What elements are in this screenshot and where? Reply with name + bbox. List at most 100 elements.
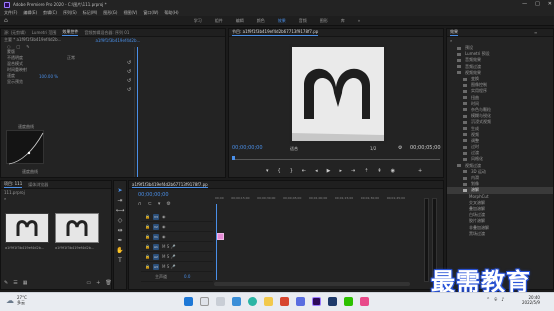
workspace-audio[interactable]: 音频 <box>299 18 307 24</box>
track-v1[interactable]: 🔒 V1 ◉ <box>141 232 213 242</box>
mark-out-icon[interactable]: } <box>290 168 293 174</box>
tab-source[interactable]: 源: (无剪辑) <box>4 30 26 36</box>
eye-icon[interactable]: ◉ <box>162 234 166 239</box>
button-editor-icon[interactable]: + <box>418 168 422 174</box>
extract-icon[interactable]: ⇞ <box>377 168 381 174</box>
tab-audio-clip-mixer[interactable]: 音频剪辑混合器: 序列 01 <box>84 30 129 36</box>
timeline-scrollbar[interactable] <box>214 282 410 286</box>
clock[interactable]: 20:40 2022/5/9 <box>522 295 540 305</box>
go-to-out-icon[interactable]: ⇥ <box>351 168 355 174</box>
tab-effect-controls[interactable]: 效果控件 <box>62 29 79 36</box>
reset-icon[interactable]: ↺ <box>127 68 131 77</box>
step-back-icon[interactable]: ◂ <box>315 168 318 174</box>
workspace-assembly[interactable]: 组件 <box>215 18 223 24</box>
workspaces-more-icon[interactable]: » <box>358 18 360 23</box>
volume-icon[interactable]: ♪ <box>501 297 504 303</box>
wrench-icon[interactable]: ⚙ <box>398 145 402 151</box>
edge-icon[interactable] <box>248 297 257 306</box>
timeline-timecode[interactable]: 00;00;00;00 <box>138 192 169 198</box>
mark-in-icon[interactable]: { <box>278 168 281 174</box>
workspace-learning[interactable]: 学习 <box>194 18 202 24</box>
windows-start-icon[interactable] <box>184 297 193 306</box>
task-view-icon[interactable] <box>216 297 225 306</box>
hand-tool-icon[interactable]: ✋ <box>116 247 123 254</box>
program-title[interactable]: 节目: a1f9f1f3b419ef4d2b67713f9178f7.pp <box>232 29 319 36</box>
program-fit-select[interactable]: 适合 <box>290 146 298 152</box>
program-resolution-select[interactable]: 1/2 <box>370 146 376 151</box>
explorer-icon[interactable] <box>264 297 273 306</box>
lock-icon[interactable]: 🔒 <box>145 254 150 259</box>
minimize-icon[interactable]: — <box>522 1 527 7</box>
workspace-effects[interactable]: 效果 <box>278 18 286 24</box>
project-item-2[interactable] <box>55 213 99 243</box>
effects-menu-icon[interactable]: ≡ <box>534 30 537 35</box>
project-item-1[interactable] <box>5 213 49 243</box>
menu-view[interactable]: 视图(V) <box>123 10 137 16</box>
weather-widget[interactable]: ☁ 27°C 多云 <box>6 295 27 305</box>
snap-icon[interactable]: ∩ <box>138 201 142 207</box>
media-encoder-icon[interactable] <box>328 297 337 306</box>
timeline-playhead[interactable] <box>216 204 217 280</box>
menu-edit[interactable]: 编辑(E) <box>23 10 37 16</box>
menu-graphics[interactable]: 图形(G) <box>103 10 117 16</box>
lift-icon[interactable]: ⇡ <box>364 168 368 174</box>
new-item-icon[interactable]: + <box>96 280 100 286</box>
eye-icon[interactable]: ◉ <box>162 224 166 229</box>
lock-icon[interactable]: 🔒 <box>145 244 150 249</box>
ellipse-mask-icon[interactable]: ○ <box>7 44 11 49</box>
timeline-clip-v1[interactable] <box>217 233 224 240</box>
linked-selection-icon[interactable]: ⊂ <box>148 201 152 207</box>
menu-file[interactable]: 文件(F) <box>4 10 17 16</box>
add-marker-icon[interactable]: ▾ <box>158 201 161 207</box>
lock-icon[interactable]: 🔒 <box>145 264 150 269</box>
pen-mask-icon[interactable]: ✎ <box>26 44 29 49</box>
workspace-graphics[interactable]: 图形 <box>320 18 328 24</box>
selection-tool-icon[interactable]: ➤ <box>117 187 122 194</box>
tab-media-browser[interactable]: 媒体浏览器 <box>28 182 48 188</box>
add-marker-icon[interactable]: ▾ <box>266 168 269 174</box>
scrubber-playhead[interactable] <box>232 156 235 160</box>
home-icon[interactable]: ⌂ <box>4 17 8 24</box>
program-timecode-left[interactable]: 00;00;00;00 <box>232 145 263 151</box>
menu-window[interactable]: 窗口(W) <box>143 10 158 16</box>
app-icon[interactable] <box>360 297 369 306</box>
workspace-libraries[interactable]: 库 <box>341 18 345 24</box>
lock-icon[interactable]: 🔒 <box>145 234 150 239</box>
menu-help[interactable]: 帮助(H) <box>164 10 178 16</box>
fx-transition[interactable]: 黑场过渡 <box>447 231 553 237</box>
maximize-icon[interactable]: □ <box>535 1 540 7</box>
icon-view-icon[interactable]: ▦ <box>23 280 28 286</box>
wechat-icon[interactable] <box>344 297 353 306</box>
effects-title[interactable]: 效果 <box>450 29 458 36</box>
list-view-icon[interactable]: ☰ <box>13 280 17 286</box>
tab-project[interactable]: 项目: 111 <box>4 181 23 188</box>
ripple-edit-icon[interactable]: ⟷ <box>116 207 125 214</box>
new-bin-icon[interactable]: ▭ <box>86 280 91 286</box>
menu-clip[interactable]: 剪辑(C) <box>43 10 57 16</box>
workspace-color[interactable]: 颜色 <box>257 18 265 24</box>
track-v3[interactable]: 🔒 V3 ◉ <box>141 212 213 222</box>
go-to-in-icon[interactable]: ⇤ <box>302 168 306 174</box>
pen-tool-icon[interactable]: ✒ <box>117 237 122 244</box>
type-tool-icon[interactable]: T <box>118 257 122 264</box>
timeline-ruler[interactable]: 00;00 00;00;15;00 00;00;30;00 00;00;45;0… <box>215 196 405 204</box>
lock-icon[interactable]: 🔒 <box>145 224 150 229</box>
track-v2[interactable]: 🔒 V2 ◉ <box>141 222 213 232</box>
search-icon[interactable] <box>200 297 209 306</box>
widgets-icon[interactable] <box>232 297 241 306</box>
tray-arrow-icon[interactable]: ⌃ <box>486 297 490 303</box>
program-scrubber[interactable] <box>232 156 440 160</box>
menu-sequence[interactable]: 序列(S) <box>63 10 77 16</box>
project-search[interactable]: ⌕ <box>1 195 111 201</box>
delete-icon[interactable]: 🗑 <box>105 280 111 286</box>
timeline-sequence-tab[interactable]: a1f9f1f3b419ef4d2b67713f9178f7.pp <box>132 182 208 188</box>
blend-mode-value[interactable]: 正常 <box>67 55 75 61</box>
step-forward-icon[interactable]: ▸ <box>339 168 342 174</box>
eye-icon[interactable]: ◉ <box>162 214 166 219</box>
premiere-icon[interactable] <box>312 297 321 306</box>
slip-tool-icon[interactable]: ⇹ <box>117 227 122 234</box>
razor-tool-icon[interactable]: ◇ <box>118 217 123 224</box>
close-icon[interactable]: ✕ <box>548 1 552 7</box>
store-icon[interactable] <box>296 297 305 306</box>
lock-icon[interactable]: 🔒 <box>145 214 150 219</box>
